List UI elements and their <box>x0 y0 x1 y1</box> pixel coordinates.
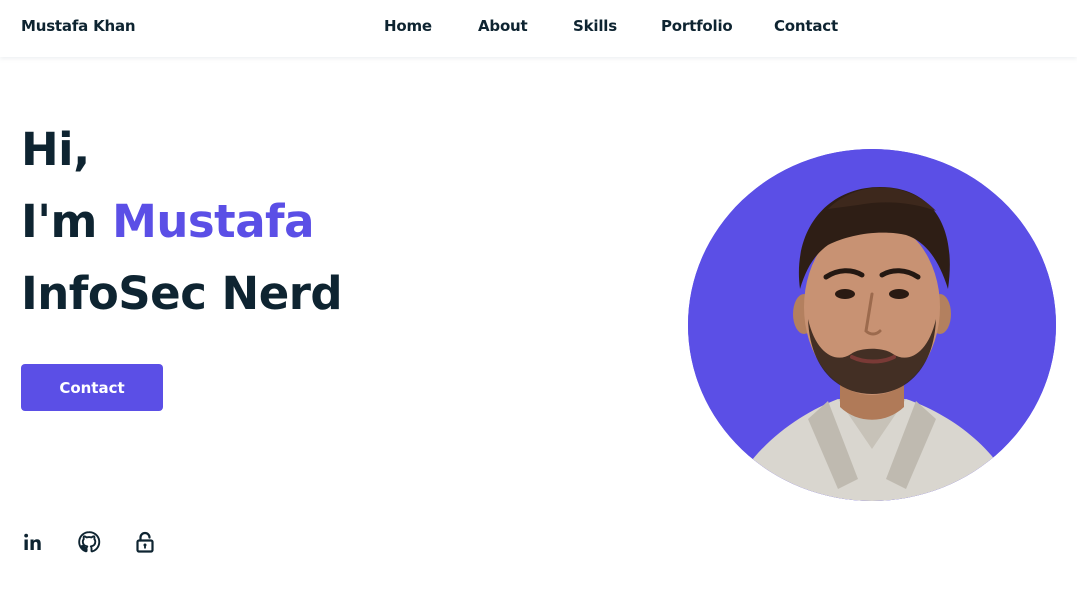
profile-photo <box>688 149 1056 501</box>
nav-link-contact[interactable]: Contact <box>774 17 838 35</box>
nav-link-home[interactable]: Home <box>384 17 432 35</box>
hero-greeting: Hi, <box>21 123 90 176</box>
nav-link-skills[interactable]: Skills <box>573 17 617 35</box>
hero-name: Mustafa <box>112 195 315 248</box>
nav-link-portfolio[interactable]: Portfolio <box>661 17 733 35</box>
lock-icon[interactable] <box>133 530 157 554</box>
hero-intro-prefix: I'm <box>21 195 113 248</box>
linkedin-icon[interactable] <box>21 530 45 554</box>
hero-role: InfoSec Nerd <box>21 267 343 320</box>
github-icon[interactable] <box>77 530 101 554</box>
nav-link-about[interactable]: About <box>478 17 528 35</box>
hero-intro-line: I'm Mustafa <box>21 186 342 258</box>
contact-button[interactable]: Contact <box>21 364 163 411</box>
main-nav: Home About Skills Portfolio Contact <box>0 17 1077 39</box>
hero-title: Hi, I'm Mustafa InfoSec Nerd <box>21 114 343 330</box>
site-header: Mustafa Khan Home About Skills Portfolio… <box>0 0 1077 57</box>
